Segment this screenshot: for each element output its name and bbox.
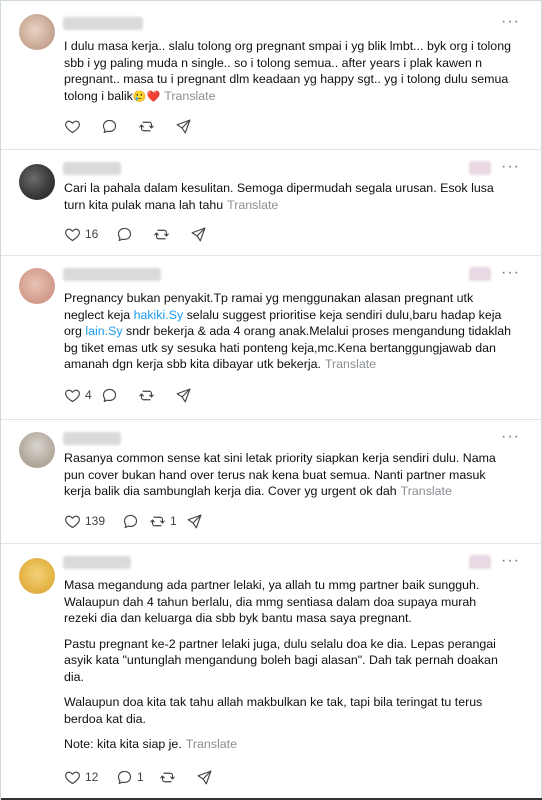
repost-button[interactable]: 1 <box>149 513 186 530</box>
post-body: Cari la pahala dalam kesulitan. Semoga d… <box>64 181 494 212</box>
author-handle[interactable] <box>63 556 131 569</box>
status-badge <box>469 267 491 281</box>
share-icon <box>197 770 212 784</box>
action-bar: 16 <box>64 225 227 243</box>
share-icon <box>187 514 202 528</box>
translate-link[interactable]: Translate <box>164 89 215 103</box>
post-link[interactable]: hakiki.Sy <box>134 308 184 322</box>
action-bar: 12 1 <box>64 768 233 786</box>
more-icon[interactable]: ··· <box>501 265 520 281</box>
repost-icon <box>139 390 154 400</box>
more-icon[interactable]: ··· <box>501 159 520 175</box>
like-count: 16 <box>85 227 99 241</box>
author-handle[interactable] <box>63 432 121 445</box>
post-body: sndr bekerja & ada 4 orang anak.Melalui … <box>64 324 512 371</box>
heart-icon <box>65 228 80 241</box>
repost-button[interactable] <box>153 226 190 243</box>
repost-count: 1 <box>170 514 177 528</box>
post-body: I dulu masa kerja.. slalu tolong org pre… <box>64 39 511 103</box>
emoji: 🥲❤️ <box>132 90 161 103</box>
author-handle[interactable] <box>63 162 121 175</box>
like-count: 12 <box>85 770 99 784</box>
reply-post[interactable]: ··· Cari la pahala dalam kesulitan. Semo… <box>1 150 542 256</box>
reply-icon <box>102 119 117 133</box>
reply-button[interactable]: 1 <box>116 769 159 786</box>
post-text: Masa megandung ada partner lelaki, ya al… <box>64 577 512 753</box>
translate-link[interactable]: Translate <box>325 357 376 371</box>
author-handle[interactable] <box>63 268 161 281</box>
heart-icon <box>65 515 80 528</box>
avatar[interactable] <box>19 268 55 304</box>
translate-link[interactable]: Translate <box>401 484 452 498</box>
avatar[interactable] <box>19 558 55 594</box>
post-text: I dulu masa kerja.. slalu tolong org pre… <box>64 38 512 105</box>
more-icon[interactable]: ··· <box>501 14 520 30</box>
reply-icon <box>117 227 132 241</box>
reply-count: 1 <box>137 770 144 784</box>
repost-icon <box>150 516 165 526</box>
reply-post[interactable]: ··· Rasanya common sense kat sini letak … <box>1 420 542 544</box>
post-text: Cari la pahala dalam kesulitan. Semoga d… <box>64 180 512 213</box>
author-handle[interactable] <box>63 17 143 30</box>
share-button[interactable] <box>175 118 212 135</box>
post-body: Note: kita kita siap je. <box>64 737 182 751</box>
action-bar: 139 1 <box>64 512 223 530</box>
translate-link[interactable]: Translate <box>186 737 237 751</box>
more-icon[interactable]: ··· <box>501 553 520 569</box>
reply-icon <box>117 770 132 784</box>
like-button[interactable]: 16 <box>64 226 116 243</box>
reply-post[interactable]: ··· I dulu masa kerja.. slalu tolong org… <box>1 0 542 150</box>
share-button[interactable] <box>196 769 233 786</box>
reply-button[interactable] <box>116 226 153 243</box>
more-icon[interactable]: ··· <box>501 429 520 445</box>
status-badge <box>469 161 491 175</box>
status-badge <box>469 555 491 569</box>
reply-icon <box>123 514 138 528</box>
paragraph: Pastu pregnant ke-2 partner lelaki juga,… <box>64 636 498 684</box>
like-button[interactable]: 4 <box>64 387 101 404</box>
reply-button[interactable] <box>101 387 138 404</box>
paragraph: Note: kita kita siap je. Translate <box>64 736 512 753</box>
translate-link[interactable]: Translate <box>227 198 278 212</box>
share-icon <box>176 388 191 402</box>
reply-icon <box>102 388 117 402</box>
repost-icon <box>160 772 175 782</box>
share-icon <box>176 119 191 133</box>
avatar[interactable] <box>19 432 55 468</box>
action-bar <box>64 117 212 135</box>
avatar[interactable] <box>19 14 55 50</box>
repost-button[interactable] <box>138 118 175 135</box>
repost-icon <box>139 121 154 131</box>
share-button[interactable] <box>190 226 227 243</box>
like-button[interactable]: 139 <box>64 513 122 530</box>
share-button[interactable] <box>175 387 212 404</box>
share-button[interactable] <box>186 513 223 530</box>
heart-icon <box>65 771 80 784</box>
like-button[interactable] <box>64 118 101 135</box>
timeline: ··· I dulu masa kerja.. slalu tolong org… <box>0 0 542 800</box>
reply-button[interactable] <box>101 118 138 135</box>
action-bar: 4 <box>64 386 212 404</box>
like-button[interactable]: 12 <box>64 769 116 786</box>
reply-post[interactable]: ··· Masa megandung ada partner lelaki, y… <box>1 544 542 798</box>
like-count: 139 <box>85 514 106 528</box>
heart-icon <box>65 389 80 402</box>
repost-button[interactable] <box>138 387 175 404</box>
post-text: Rasanya common sense kat sini letak prio… <box>64 450 512 500</box>
share-icon <box>191 227 206 241</box>
like-count: 4 <box>85 388 92 402</box>
post-link[interactable]: lain.Sy <box>85 324 122 338</box>
reply-post[interactable]: ··· Pregnancy bukan penyakit.Tp ramai yg… <box>1 256 542 420</box>
post-text: Pregnancy bukan penyakit.Tp ramai yg men… <box>64 290 512 373</box>
repost-button[interactable] <box>159 769 196 786</box>
avatar[interactable] <box>19 164 55 200</box>
paragraph: Masa megandung ada partner lelaki, ya al… <box>64 578 480 625</box>
repost-icon <box>154 229 169 239</box>
reply-button[interactable] <box>122 513 149 530</box>
paragraph: Walaupun doa kita tak tahu allah makbulk… <box>64 695 483 726</box>
heart-icon <box>65 120 80 133</box>
